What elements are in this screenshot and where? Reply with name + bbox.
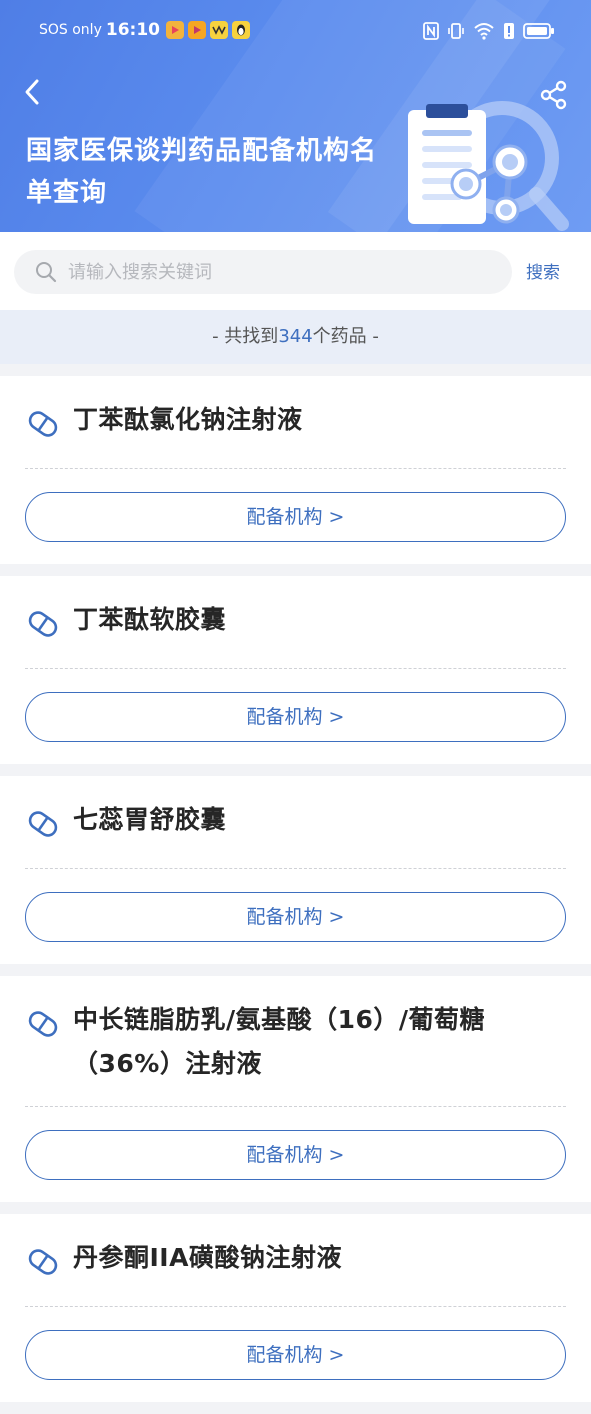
wifi-icon [465,22,495,44]
carrier-text: SOS only [39,22,102,38]
drug-name: 丁苯酞氯化钠注射液 [73,405,303,434]
institutions-button[interactable]: 配备机构 > [25,1330,566,1380]
search-button[interactable]: 搜索 [526,258,560,283]
video-app-icon-2 [187,21,206,39]
alert-icon [495,22,515,44]
institutions-button[interactable]: 配备机构 > [25,692,566,742]
drug-card-header: 七蕊胃舒胶囊 [0,776,591,848]
divider [25,1106,566,1107]
drug-card-header: 丁苯酞氯化钠注射液 [0,376,591,448]
search-box[interactable] [14,250,512,294]
search-input[interactable] [66,260,490,284]
drug-name: 七蕊胃舒胶囊 [73,805,227,834]
status-bar: SOS only 16:10 [0,18,591,50]
drug-card: 中长链脂肪乳/氨基酸（16）/葡萄糖（36%）注射液 配备机构 > [0,976,591,1202]
drug-name: 丁苯酞软胶囊 [73,605,227,634]
drug-name: 中长链脂肪乳/氨基酸（16）/葡萄糖（36%）注射液 [73,1005,486,1078]
video-app-icon [165,21,184,39]
institutions-button[interactable]: 配备机构 > [25,492,566,542]
pill-icon [28,1249,58,1275]
drug-card-header: 丁苯酞软胶囊 [0,576,591,648]
back-chevron-icon [25,79,39,105]
result-prefix: - 共找到 [212,326,279,347]
back-button[interactable] [16,76,48,108]
nfc-icon [415,22,439,44]
result-count: 344 [278,326,313,347]
drug-card: 丹参酮IIA磺酸钠注射液 配备机构 > [0,1214,591,1402]
pill-icon [28,811,58,837]
drug-list: 丁苯酞氯化钠注射液 配备机构 > 丁苯酞软胶囊 配备机构 > 七蕊胃舒胶囊 配备… [0,376,591,1414]
pill-icon [28,1011,58,1037]
drug-name: 丹参酮IIA磺酸钠注射液 [73,1243,342,1272]
clock: 16:10 [105,20,160,40]
drug-card: 七蕊胃舒胶囊 配备机构 > [0,776,591,964]
yellow-app-icon [209,21,228,39]
search-section: 搜索 [0,232,591,310]
divider [25,468,566,469]
divider [25,1306,566,1307]
clipboard-search-illustration [408,101,569,231]
status-right [415,22,555,44]
result-suffix: 个药品 - [312,326,379,347]
divider [25,668,566,669]
search-icon [36,262,57,283]
result-count-bar: - 共找到344个药品 - [0,310,591,364]
institutions-button[interactable]: 配备机构 > [25,1130,566,1180]
battery-icon [515,22,555,44]
vibrate-icon [439,22,465,44]
institutions-button[interactable]: 配备机构 > [25,892,566,942]
divider [25,868,566,869]
pill-icon [28,611,58,637]
drug-card: 丁苯酞软胶囊 配备机构 > [0,576,591,764]
app-header: SOS only 16:10 国家医保谈判药品配备机构名单查询 [0,0,591,232]
status-left: SOS only 16:10 [39,20,254,40]
page-title: 国家医保谈判药品配备机构名单查询 [26,136,378,208]
drug-card-header: 中长链脂肪乳/氨基酸（16）/葡萄糖（36%）注射液 [0,976,591,1086]
qq-penguin-icon [231,21,250,39]
pill-icon [28,411,58,437]
drug-card-header: 丹参酮IIA磺酸钠注射液 [0,1214,591,1286]
drug-card: 丁苯酞氯化钠注射液 配备机构 > [0,376,591,564]
